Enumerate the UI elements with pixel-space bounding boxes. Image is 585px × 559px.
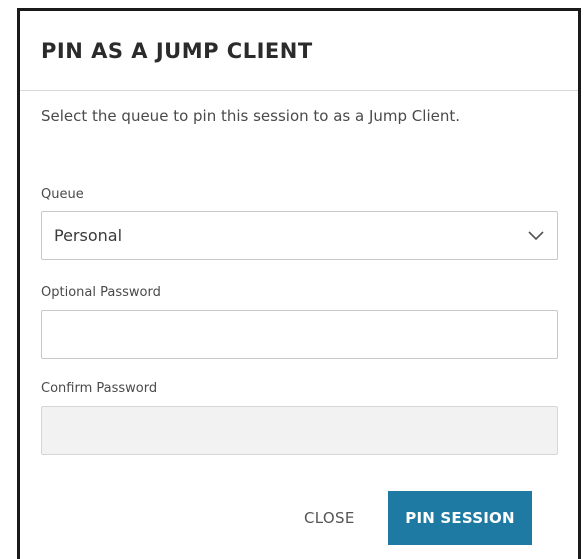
- dialog-title: PIN AS A JUMP CLIENT: [41, 39, 313, 63]
- pin-jump-client-dialog: PIN AS A JUMP CLIENT Select the queue to…: [17, 8, 581, 559]
- queue-selected-value: Personal: [54, 226, 123, 245]
- queue-select[interactable]: Personal: [41, 211, 558, 260]
- confirm-password-input[interactable]: [41, 406, 558, 455]
- title-divider: [20, 90, 578, 91]
- close-button[interactable]: CLOSE: [304, 509, 355, 527]
- pin-session-button[interactable]: PIN SESSION: [388, 491, 532, 545]
- confirm-password-label: Confirm Password: [41, 381, 158, 396]
- optional-password-label: Optional Password: [41, 285, 161, 300]
- optional-password-input[interactable]: [41, 310, 558, 359]
- queue-label: Queue: [41, 187, 84, 202]
- dialog-description: Select the queue to pin this session to …: [41, 107, 460, 125]
- chevron-down-icon: [528, 231, 544, 241]
